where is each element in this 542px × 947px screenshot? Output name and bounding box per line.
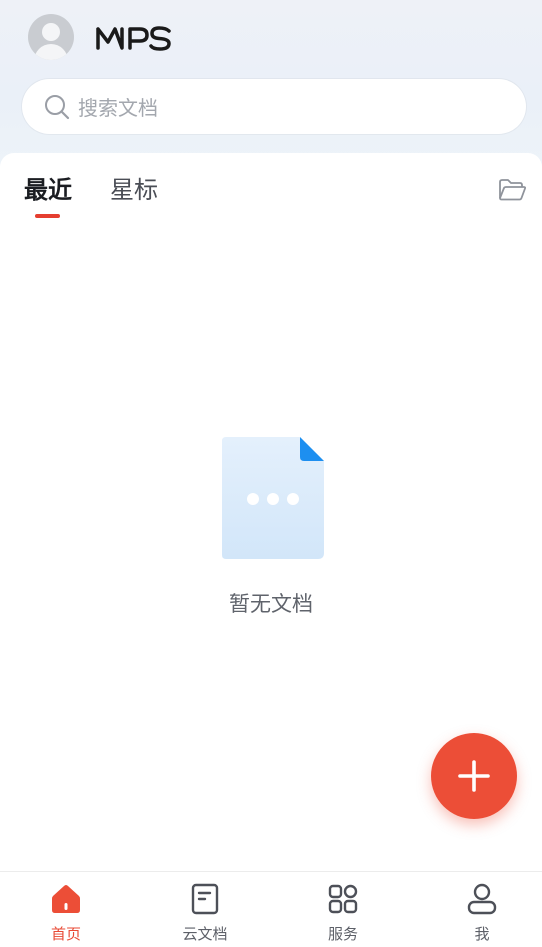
nav-item-home[interactable]: 首页: [16, 872, 116, 947]
tab-recent[interactable]: 最近: [24, 174, 72, 206]
avatar-head-shape: [42, 23, 60, 41]
nav-label-cloud-docs: 云文档: [182, 925, 228, 943]
empty-document-illustration: [222, 437, 324, 559]
bottom-navigation: 首页 云文档 服务 我: [0, 871, 542, 947]
user-icon: [467, 883, 497, 915]
empty-state-message: 暂无文档: [229, 592, 313, 616]
wps-logo: [96, 26, 171, 51]
nav-item-me[interactable]: 我: [432, 872, 532, 947]
nav-label-me: 我: [474, 925, 490, 943]
active-tab-indicator: [35, 214, 60, 218]
folder-open-icon[interactable]: [498, 178, 526, 202]
search-placeholder: 搜索文档: [78, 96, 158, 120]
search-icon: [45, 94, 70, 119]
nav-label-services: 服务: [327, 925, 358, 943]
home-icon: [52, 885, 80, 913]
plus-icon: [458, 760, 490, 792]
nav-item-cloud-docs[interactable]: 云文档: [155, 872, 255, 947]
avatar-body-shape: [34, 44, 68, 60]
cloud-doc-icon: [191, 883, 219, 915]
create-document-button[interactable]: [431, 733, 517, 819]
tab-starred[interactable]: 星标: [110, 174, 158, 206]
avatar[interactable]: [28, 14, 74, 60]
services-grid-icon: [328, 884, 358, 914]
nav-item-services[interactable]: 服务: [293, 872, 393, 947]
nav-label-home: 首页: [50, 925, 81, 943]
search-bar[interactable]: 搜索文档: [22, 79, 526, 134]
